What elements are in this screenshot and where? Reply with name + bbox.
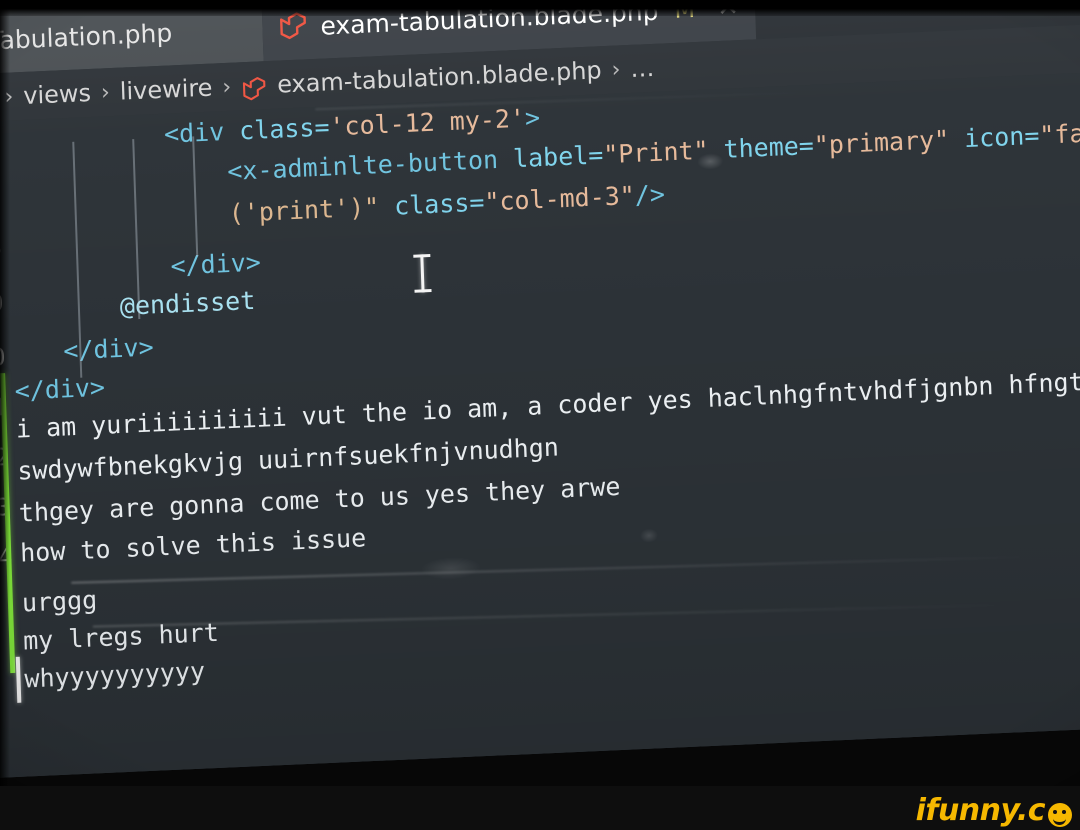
code-token: "col-md-3" bbox=[483, 180, 636, 217]
code-token: "Print" bbox=[602, 135, 710, 170]
code-line: whyyyyyyyyyy bbox=[24, 656, 206, 694]
code-line: </div> bbox=[62, 332, 155, 366]
smiley-face-icon bbox=[1048, 802, 1072, 827]
code-token: > bbox=[524, 103, 541, 133]
code-token: whyyyyyyyyyy bbox=[24, 656, 206, 694]
breadcrumb-item-file[interactable]: exam-tabulation.blade.php bbox=[277, 56, 602, 98]
code-content[interactable]: <div class='col-12 my-2'> <x-adminlte-but… bbox=[14, 69, 1080, 780]
code-token: </div> bbox=[62, 332, 155, 366]
code-token: my lregs hurt bbox=[22, 617, 220, 656]
code-token: "fas fa-downloa bbox=[1038, 118, 1080, 150]
code-token: icon= bbox=[948, 120, 1040, 154]
code-line: my lregs hurt bbox=[22, 617, 220, 656]
code-editor[interactable]: 678901234 <div class='col-12 my-2'><x-ad… bbox=[0, 69, 1080, 780]
vscode-window: nal Help exam-tabulation.blade.php - sch… bbox=[0, 0, 1080, 780]
code-line: swdywfbnekgkvjg uuirnfsuekfnjvnudhgn bbox=[17, 433, 559, 486]
chevron-right-icon: › bbox=[221, 74, 232, 100]
breadcrumb-item-livewire[interactable]: livewire bbox=[119, 74, 213, 106]
breadcrumb-item-overflow[interactable]: … bbox=[630, 54, 655, 83]
breadcrumb-item-views[interactable]: views bbox=[23, 79, 92, 110]
laravel-icon bbox=[241, 76, 268, 103]
chevron-right-icon: › bbox=[611, 56, 621, 83]
photo-top-edge bbox=[0, 0, 1080, 16]
code-token: theme= bbox=[708, 130, 815, 165]
code-token: class= bbox=[223, 112, 330, 147]
photo-left-edge bbox=[0, 0, 10, 830]
code-line: urggg bbox=[21, 585, 98, 618]
code-token: "primary" bbox=[813, 124, 950, 160]
code-token: /> bbox=[634, 179, 666, 210]
code-token: </div> bbox=[170, 247, 262, 281]
code-line: </div> bbox=[14, 372, 106, 406]
code-token: </div> bbox=[14, 372, 106, 406]
tab-label: amTabulation.php bbox=[0, 17, 173, 57]
code-token: <x-adminlte-button bbox=[226, 144, 499, 186]
code-token: 'col-12 my-2' bbox=[328, 103, 526, 142]
chevron-right-icon: › bbox=[100, 79, 111, 106]
watermark-text: ifunny.c bbox=[915, 793, 1046, 828]
code-line: <div class='col-12 my-2'> bbox=[164, 103, 541, 149]
code-token: urggg bbox=[21, 585, 98, 618]
photo-of-monitor: nal Help exam-tabulation.blade.php - sch… bbox=[0, 0, 1080, 830]
code-token: label= bbox=[497, 140, 604, 174]
code-line: thgey are gonna come to us yes they arwe bbox=[18, 472, 620, 528]
code-token: how to solve this issue bbox=[19, 523, 367, 568]
code-line: i am yuriiiiiiiiii vut the io am, a code… bbox=[15, 358, 1080, 444]
code-token: ('print')" bbox=[228, 192, 380, 228]
code-token: class= bbox=[378, 187, 485, 222]
code-line: </div> bbox=[170, 247, 262, 281]
code-line: ('print')" class="col-md-3"/> bbox=[228, 179, 666, 228]
code-line: how to solve this issue bbox=[19, 523, 367, 568]
ifunny-watermark: ifunny.c bbox=[916, 793, 1072, 828]
code-token: i am yuriiiiiiiiii vut the io am, a code… bbox=[15, 358, 1080, 444]
